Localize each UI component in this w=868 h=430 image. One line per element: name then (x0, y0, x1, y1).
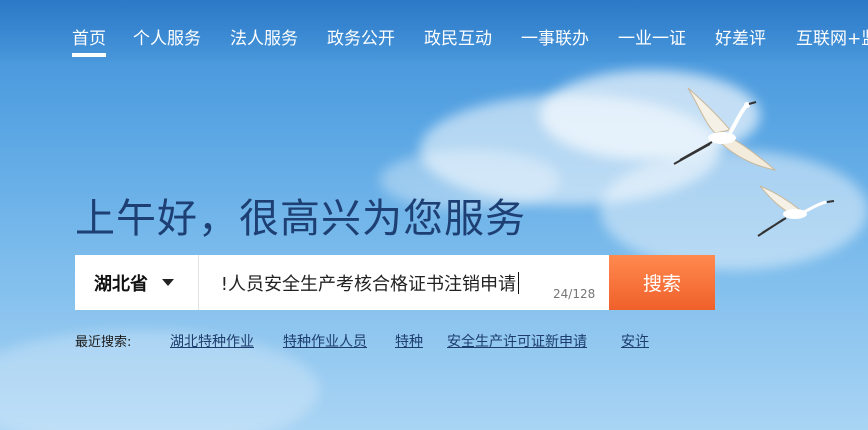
greeting-heading: 上午好，很高兴为您服务 (75, 196, 526, 242)
recent-searches: 最近搜索: 湖北特种作业 特种作业人员 特种 安全生产许可证新申请 安许 (75, 331, 649, 350)
nav-item-interaction[interactable]: 政民互动 (424, 24, 492, 49)
recent-search-link[interactable]: 湖北特种作业 (170, 331, 254, 351)
recent-searches-label: 最近搜索: (75, 335, 132, 350)
nav-item-evaluation[interactable]: 好差评 (715, 24, 766, 49)
nav-item-personal-services[interactable]: 个人服务 (133, 24, 201, 49)
recent-search-link[interactable]: 安全生产许可证新申请 (447, 331, 587, 351)
crane-illustration (673, 87, 777, 171)
top-navigation: 首页 个人服务 法人服务 政务公开 政民互动 一事联办 一业一证 好差评 互联网… (0, 0, 868, 62)
crane-illustration (757, 185, 835, 237)
recent-search-link[interactable]: 特种作业人员 (283, 331, 367, 351)
search-input[interactable]: !人员安全生产考核合格证书注销申请 (199, 255, 609, 310)
active-nav-indicator (72, 53, 106, 57)
chevron-down-icon (162, 279, 174, 286)
nav-item-legal-person-services[interactable]: 法人服务 (230, 24, 298, 49)
character-counter: 24/128 (553, 287, 596, 301)
nav-item-one-thing-joint[interactable]: 一事联办 (521, 24, 589, 49)
recent-search-link[interactable]: 特种 (395, 331, 423, 351)
nav-item-government-affairs[interactable]: 政务公开 (327, 24, 395, 49)
search-button[interactable]: 搜索 (609, 255, 715, 310)
cloud (0, 330, 320, 430)
recent-search-link[interactable]: 安许 (621, 331, 649, 351)
region-select[interactable]: 湖北省 (75, 255, 199, 310)
nav-item-home[interactable]: 首页 (72, 24, 106, 49)
text-cursor (518, 271, 519, 294)
search-input-value: !人员安全生产考核合格证书注销申请 (220, 273, 516, 295)
nav-item-internet-plus[interactable]: 互联网+监 (796, 24, 868, 49)
nav-item-one-industry-one-license[interactable]: 一业一证 (618, 24, 686, 49)
region-label: 湖北省 (94, 273, 148, 295)
